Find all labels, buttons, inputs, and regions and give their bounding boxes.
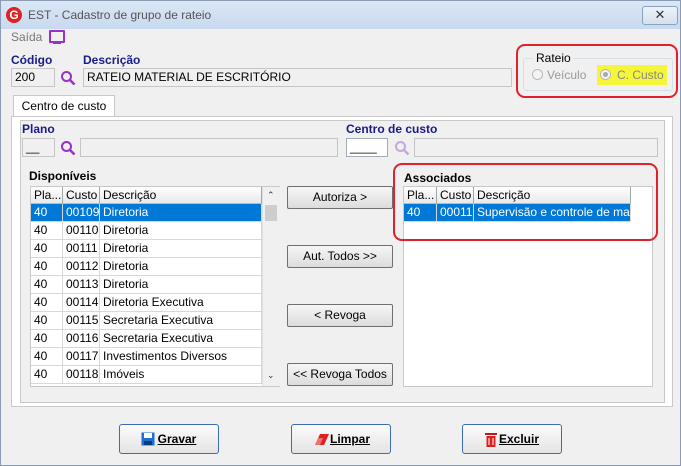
revoga-button[interactable]: < Revoga: [287, 304, 393, 327]
menu-saida[interactable]: Saída: [11, 30, 42, 44]
cell-plano: 40: [31, 276, 63, 294]
cell-custo: 00112: [63, 258, 100, 276]
scroll-down-icon[interactable]: ⌄: [267, 370, 275, 381]
cell-custo: 00118: [63, 366, 100, 384]
cell-custo: 00114: [63, 294, 100, 312]
save-icon: [141, 432, 155, 446]
table-row[interactable]: 40 00111 Diretoria: [31, 240, 279, 258]
table-row[interactable]: 40 00113 Diretoria: [31, 276, 279, 294]
rateio-highlight-annotation: [516, 44, 678, 98]
aut-todos-button[interactable]: Aut. Todos >>: [287, 245, 393, 268]
disponiveis-list[interactable]: Pla... Custo Descrição 40 00109 Diretoria 4…: [30, 186, 280, 387]
plano-label: Plano: [22, 122, 55, 136]
codigo-search-icon[interactable]: [60, 70, 76, 86]
centro-description-field: [414, 138, 658, 157]
descricao-label: Descrição: [83, 53, 141, 67]
col-custo[interactable]: Custo: [63, 187, 100, 204]
cell-plano: 40: [31, 348, 63, 366]
excluir-button[interactable]: Excluir: [462, 424, 562, 454]
cell-descricao: Secretaria Executiva: [100, 330, 262, 348]
cell-plano: 40: [31, 312, 63, 330]
centro-label: Centro de custo: [346, 122, 438, 136]
table-row[interactable]: 40 00114 Diretoria Executiva: [31, 294, 279, 312]
cell-descricao: Secretaria Executiva: [100, 312, 262, 330]
table-row[interactable]: 40 00118 Imóveis: [31, 366, 279, 384]
title-bar: G EST - Cadastro de grupo de rateio ✕: [1, 1, 680, 29]
table-row[interactable]: 40 00110 Diretoria: [31, 222, 279, 240]
codigo-field[interactable]: 200: [11, 68, 55, 87]
table-row[interactable]: 40 00115 Secretaria Executiva: [31, 312, 279, 330]
gravar-button[interactable]: Gravar: [119, 424, 219, 454]
table-row[interactable]: 40 00112 Diretoria: [31, 258, 279, 276]
scroll-thumb[interactable]: [265, 205, 277, 221]
cell-plano: 40: [31, 258, 63, 276]
cell-descricao: Diretoria: [100, 204, 262, 222]
disponiveis-scrollbar[interactable]: ⌃ ⌄: [262, 187, 280, 386]
revoga-todos-button[interactable]: << Revoga Todos: [287, 363, 393, 386]
window-title: EST - Cadastro de grupo de rateio: [28, 8, 212, 22]
associados-highlight-annotation: [393, 163, 658, 241]
cell-custo: 00109: [63, 204, 100, 222]
cell-descricao: Diretoria: [100, 258, 262, 276]
cell-descricao: Diretoria Executiva: [100, 294, 262, 312]
centro-search-icon[interactable]: [394, 140, 410, 156]
cell-custo: 00113: [63, 276, 100, 294]
trash-icon: [485, 433, 497, 447]
cell-descricao: Investimentos Diversos: [100, 348, 262, 366]
tab-centro-de-custo[interactable]: Centro de custo: [13, 95, 115, 118]
main-window: G EST - Cadastro de grupo de rateio ✕ Sa…: [0, 0, 681, 466]
cell-descricao: Imóveis: [100, 366, 262, 384]
cell-plano: 40: [31, 294, 63, 312]
autoriza-button[interactable]: Autoriza >: [287, 186, 393, 209]
cell-plano: 40: [31, 204, 63, 222]
col-plano[interactable]: Pla...: [31, 187, 63, 204]
cell-custo: 00111: [63, 240, 100, 258]
app-logo-icon: G: [6, 7, 22, 23]
plano-description-field: [80, 138, 338, 157]
col-descricao[interactable]: Descrição: [100, 187, 262, 204]
monitor-icon[interactable]: [49, 30, 65, 44]
plano-field[interactable]: __: [22, 138, 55, 157]
plano-search-icon[interactable]: [60, 140, 76, 156]
cell-plano: 40: [31, 240, 63, 258]
centro-field[interactable]: ____: [346, 138, 388, 157]
cell-custo: 00110: [63, 222, 100, 240]
eraser-icon: [315, 434, 329, 445]
cell-descricao: Diretoria: [100, 222, 262, 240]
cell-plano: 40: [31, 222, 63, 240]
menu-bar: Saída: [2, 29, 680, 45]
disponiveis-label: Disponíveis: [29, 169, 97, 183]
table-row[interactable]: 40 00116 Secretaria Executiva: [31, 330, 279, 348]
limpar-button[interactable]: Limpar: [291, 424, 391, 454]
descricao-field[interactable]: RATEIO MATERIAL DE ESCRITÓRIO: [83, 68, 512, 87]
table-row[interactable]: 40 00109 Diretoria: [31, 204, 279, 222]
cell-custo: 00115: [63, 312, 100, 330]
cell-descricao: Diretoria: [100, 276, 262, 294]
cell-custo: 00117: [63, 348, 100, 366]
cell-plano: 40: [31, 330, 63, 348]
cell-descricao: Diretoria: [100, 240, 262, 258]
scroll-up-icon[interactable]: ⌃: [267, 190, 275, 201]
close-button[interactable]: ✕: [642, 6, 678, 25]
codigo-label: Código: [11, 53, 53, 67]
cell-custo: 00116: [63, 330, 100, 348]
table-row[interactable]: 40 00117 Investimentos Diversos: [31, 348, 279, 366]
cell-plano: 40: [31, 366, 63, 384]
